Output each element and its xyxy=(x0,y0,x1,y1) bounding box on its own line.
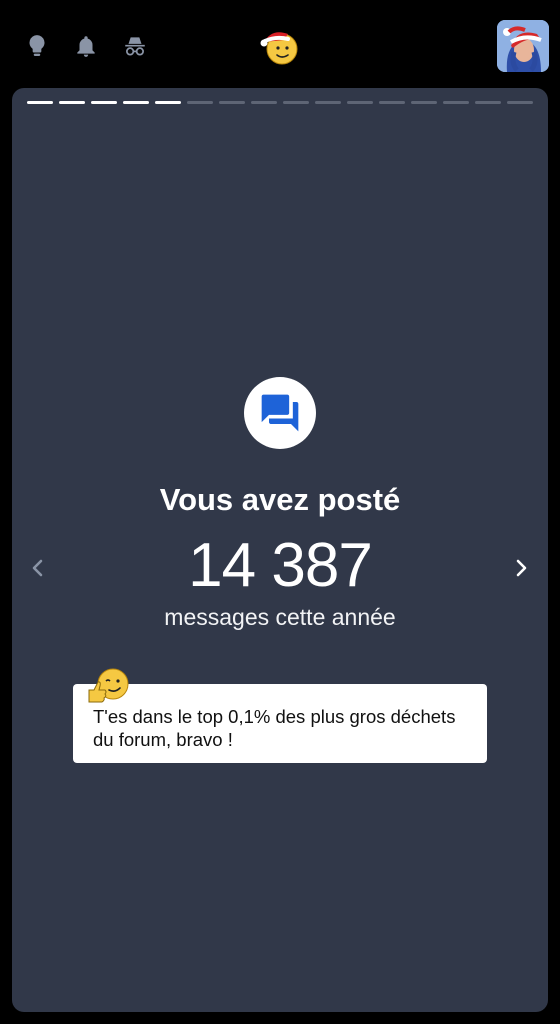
progress-segment xyxy=(91,101,117,104)
progress-segment xyxy=(379,101,405,104)
progress-segment xyxy=(475,101,501,104)
bell-icon[interactable] xyxy=(70,30,102,62)
subtitle: messages cette année xyxy=(164,604,396,630)
progress-segment xyxy=(187,101,213,104)
progress-segment xyxy=(283,101,309,104)
progress-segment xyxy=(347,101,373,104)
progress-segment xyxy=(219,101,245,104)
progress-segment xyxy=(123,101,149,104)
chevron-right-icon[interactable] xyxy=(506,553,536,583)
thumbs-up-wink-smiley-icon xyxy=(85,666,131,704)
forum-chat-icon xyxy=(244,377,316,449)
progress-segment xyxy=(315,101,341,104)
top-bar xyxy=(0,0,560,88)
progress-segment xyxy=(59,101,85,104)
story-progress-bar xyxy=(27,101,533,104)
progress-segment xyxy=(27,101,53,104)
user-avatar[interactable] xyxy=(497,20,549,72)
lightbulb-icon[interactable] xyxy=(21,30,53,62)
progress-segment xyxy=(155,101,181,104)
comment-text: T'es dans le top 0,1% des plus gros déch… xyxy=(93,706,456,750)
progress-segment xyxy=(443,101,469,104)
post-count: 14 387 xyxy=(188,531,373,600)
progress-segment xyxy=(251,101,277,104)
santa-smiley-logo[interactable] xyxy=(258,26,302,66)
recap-story-card[interactable]: Vous avez posté 14 387 messages cette an… xyxy=(12,88,548,1012)
incognito-icon[interactable] xyxy=(119,30,151,62)
headline: Vous avez posté xyxy=(159,482,401,517)
progress-segment xyxy=(411,101,437,104)
chevron-left-icon[interactable] xyxy=(23,553,53,583)
comment-bubble: T'es dans le top 0,1% des plus gros déch… xyxy=(73,684,487,763)
progress-segment xyxy=(507,101,533,104)
